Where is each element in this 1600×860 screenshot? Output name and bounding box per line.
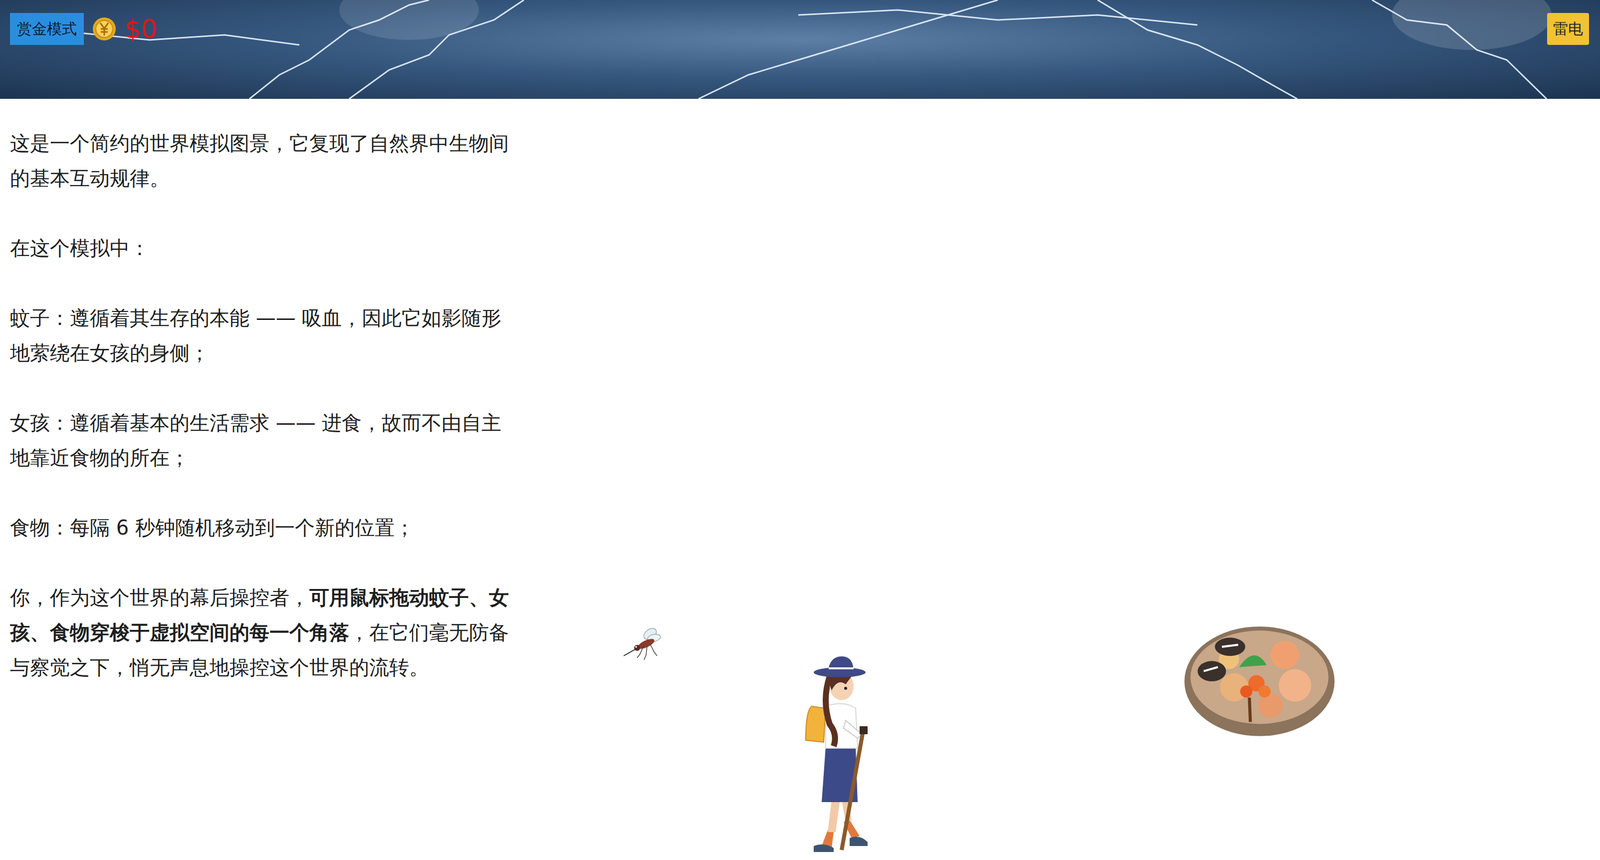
coin-icon <box>91 16 117 42</box>
description-paragraph: 这是一个简约的世界模拟图景，它复现了自然界中生物间的基本互动规律。 <box>9 125 519 196</box>
description-paragraph: 食物：每隔 6 秒钟随机移动到一个新的位置； <box>9 509 519 545</box>
text-segment: 在这个模拟中： <box>9 236 150 260</box>
description-paragraph: 女孩：遵循着基本的生活需求 —— 进食，故而不由自主地靠近食物的所在； <box>9 405 519 475</box>
text-segment: 蚊子：遵循着其生存的本能 —— 吸血，因此它如影随形地萦绕在女孩的身侧； <box>9 306 502 365</box>
text-segment: 女孩：遵循着基本的生活需求 —— 进食，故而不由自主地靠近食物的所在； <box>9 411 502 469</box>
description-paragraph: 你，作为这个世界的幕后操控者，可用鼠标拖动蚊子、女孩、食物穿梭于虚拟空间的每一个… <box>9 579 519 685</box>
description: 这是一个简约的世界模拟图景，它复现了自然界中生物间的基本互动规律。在这个模拟中：… <box>0 98 519 685</box>
description-paragraph: 蚊子：遵循着其生存的本能 —— 吸血，因此它如影随形地萦绕在女孩的身侧； <box>9 300 519 371</box>
world-canvas: 这是一个简约的世界模拟图景，它复现了自然界中生物间的基本互动规律。在这个模拟中：… <box>0 98 1600 860</box>
status-group: 赏金模式 $0 <box>9 12 158 45</box>
food-bowl-icon[interactable] <box>1183 624 1336 738</box>
weather-button[interactable]: 雷电 <box>1547 12 1590 45</box>
money-count: $0 <box>124 12 158 45</box>
lightning-icon <box>0 0 1600 99</box>
text-segment: 这是一个简约的世界模拟图景，它复现了自然界中生物间的基本互动规律。 <box>9 131 509 190</box>
header-banner: 赏金模式 $0 雷电 <box>0 0 1600 99</box>
text-segment: 食物：每隔 6 秒钟随机移动到一个新的位置； <box>9 515 415 539</box>
description-paragraph: 在这个模拟中： <box>9 230 519 266</box>
girl-icon[interactable] <box>785 650 876 855</box>
mode-badge[interactable]: 赏金模式 <box>9 12 84 45</box>
text-segment: 你，作为这个世界的幕后操控者， <box>9 585 310 609</box>
mosquito-icon[interactable] <box>621 622 672 663</box>
